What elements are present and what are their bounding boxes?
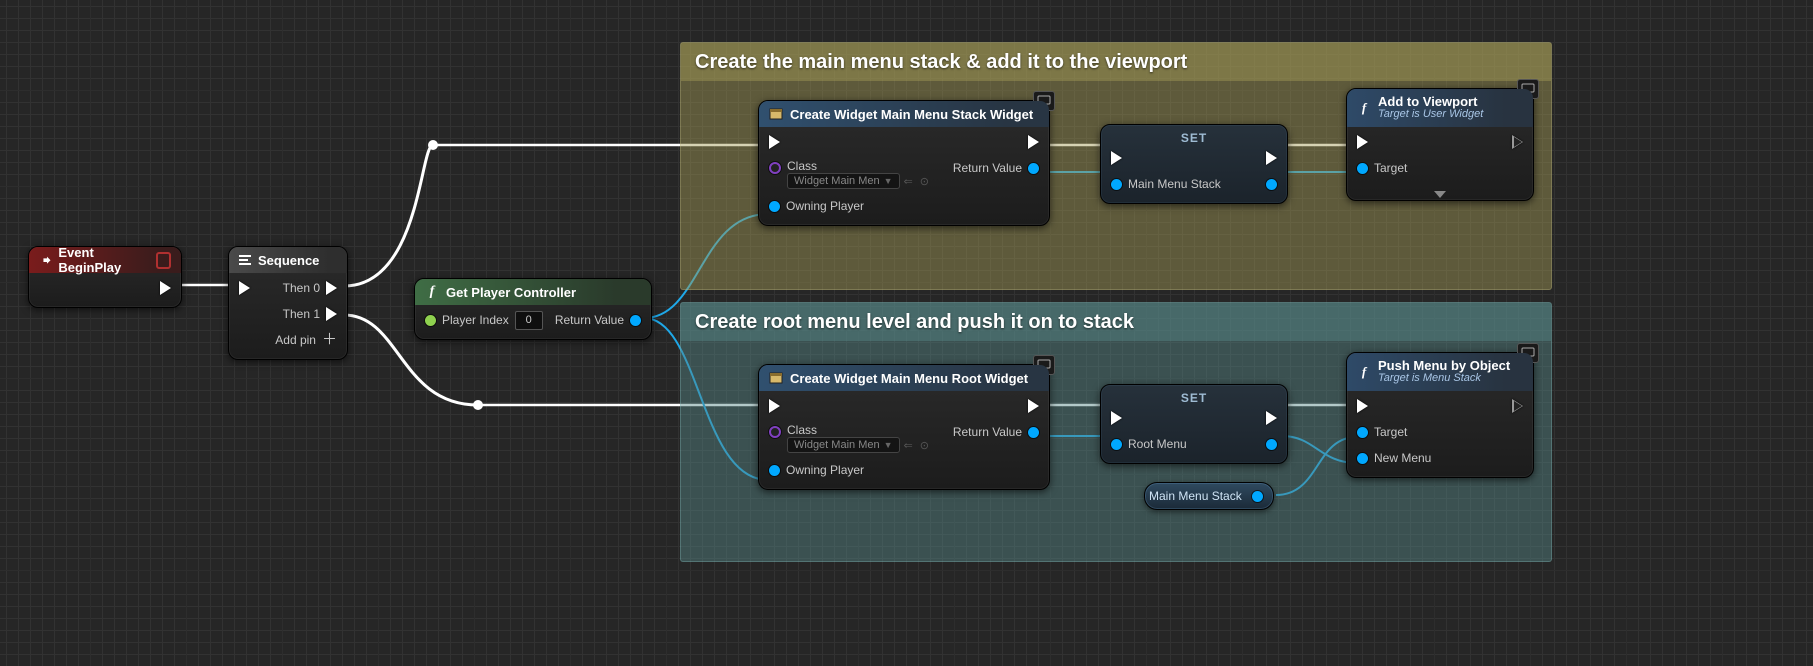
exec-in-pin[interactable] (1111, 409, 1187, 427)
exec-in-pin[interactable] (1111, 149, 1221, 167)
node-add-to-viewport[interactable]: f Add to Viewport Target is User Widget … (1346, 88, 1534, 201)
pin-label: Owning Player (786, 463, 864, 477)
comment-title[interactable]: Create root menu level and push it on to… (681, 303, 1551, 341)
blueprint-graph[interactable]: Create the main menu stack & add it to t… (0, 0, 1813, 666)
pin-label: Then 1 (283, 307, 320, 321)
pin-label: Class (787, 423, 931, 437)
exec-out-pin[interactable] (1512, 133, 1523, 151)
function-icon: f (425, 285, 439, 299)
exec-out-pin[interactable] (160, 279, 171, 297)
exec-in-pin[interactable] (1357, 133, 1407, 151)
exec-out-pin[interactable] (1266, 149, 1277, 167)
return-value-pin[interactable]: Return Value (953, 159, 1039, 177)
pin-label: New Menu (1374, 451, 1431, 465)
class-pin[interactable]: Class Widget Main Men▼ ⇐ ⊙ (769, 423, 931, 453)
node-event-beginplay[interactable]: Event BeginPlay (28, 246, 182, 308)
pin-label: Return Value (953, 161, 1022, 175)
class-dropdown[interactable]: Widget Main Men▼ (787, 437, 900, 453)
function-icon: f (1357, 365, 1371, 379)
delegate-pin[interactable] (156, 252, 172, 269)
node-title: Event BeginPlay (58, 245, 148, 275)
owning-player-pin[interactable]: Owning Player (769, 461, 931, 479)
node-title: Get Player Controller (446, 285, 576, 300)
pin-label: Class (787, 159, 931, 173)
exec-out-pin[interactable] (1028, 133, 1039, 151)
node-set-root-menu[interactable]: SET Root Menu (1100, 384, 1288, 464)
var-label: Main Menu Stack (1149, 489, 1242, 503)
var-out-pin[interactable] (1266, 175, 1277, 193)
new-menu-pin[interactable]: New Menu (1357, 449, 1431, 467)
return-value-pin[interactable]: Return Value (555, 311, 641, 329)
class-pin[interactable]: Class Widget Main Men▼ ⇐ ⊙ (769, 159, 931, 189)
comment-title[interactable]: Create the main menu stack & add it to t… (681, 43, 1551, 81)
node-title: Sequence (258, 253, 319, 268)
pin-label: Player Index (442, 313, 509, 327)
add-pin-button[interactable]: ＋Add pin (275, 331, 337, 349)
node-header[interactable]: f Add to Viewport Target is User Widget (1347, 89, 1533, 127)
function-icon: f (1357, 101, 1371, 115)
asset-nav-icons[interactable]: ⇐ ⊙ (904, 175, 932, 188)
widget-icon (769, 371, 783, 385)
player-index-input[interactable] (515, 311, 543, 330)
node-get-main-menu-stack[interactable]: Main Menu Stack (1144, 482, 1274, 510)
node-sequence[interactable]: Sequence Then 0 Then 1 ＋Add pin (228, 246, 348, 360)
pin-label: Target (1374, 161, 1407, 175)
pin-label: Return Value (555, 313, 624, 327)
class-dropdown[interactable]: Widget Main Men▼ (787, 173, 900, 189)
event-icon (39, 253, 51, 267)
exec-out-pin[interactable] (1512, 397, 1523, 415)
widget-icon (769, 107, 783, 121)
exec-in-pin[interactable] (239, 279, 250, 297)
node-header[interactable]: Event BeginPlay (29, 247, 181, 273)
pin-label: Add pin (275, 333, 316, 347)
pin-label: Then 0 (283, 281, 320, 295)
exec-in-pin[interactable] (769, 133, 931, 151)
exec-then1-pin[interactable]: Then 1 (283, 305, 337, 323)
pin-label: Root Menu (1128, 437, 1187, 451)
set-label: SET (1101, 125, 1287, 145)
var-out-pin[interactable] (1252, 491, 1263, 502)
node-push-menu-by-object[interactable]: f Push Menu by Object Target is Menu Sta… (1346, 352, 1534, 478)
node-header[interactable]: f Push Menu by Object Target is Menu Sta… (1347, 353, 1533, 391)
dropdown-value: Widget Main Men (794, 439, 880, 451)
node-header[interactable]: Create Widget Main Menu Root Widget (759, 365, 1049, 391)
node-get-player-controller[interactable]: f Get Player Controller Player Index Ret… (414, 278, 652, 340)
pin-label: Return Value (953, 425, 1022, 439)
node-subtitle: Target is Menu Stack (1378, 371, 1510, 385)
node-header[interactable]: f Get Player Controller (415, 279, 651, 305)
pin-label: Main Menu Stack (1128, 177, 1221, 191)
node-subtitle: Target is User Widget (1378, 107, 1483, 121)
target-pin[interactable]: Target (1357, 423, 1431, 441)
set-label: SET (1101, 385, 1287, 405)
var-out-pin[interactable] (1266, 435, 1277, 453)
node-create-widget-root[interactable]: Create Widget Main Menu Root Widget Clas… (758, 364, 1050, 490)
owning-player-pin[interactable]: Owning Player (769, 197, 931, 215)
return-value-pin[interactable]: Return Value (953, 423, 1039, 441)
expand-chevron-icon[interactable] (1434, 191, 1446, 198)
pin-label: Owning Player (786, 199, 864, 213)
asset-nav-icons[interactable]: ⇐ ⊙ (904, 439, 932, 452)
node-header[interactable]: Sequence (229, 247, 347, 273)
node-title: Create Widget Main Menu Stack Widget (790, 107, 1033, 122)
exec-in-pin[interactable] (1357, 397, 1431, 415)
node-header[interactable]: Create Widget Main Menu Stack Widget (759, 101, 1049, 127)
exec-out-pin[interactable] (1266, 409, 1277, 427)
node-create-widget-stack[interactable]: Create Widget Main Menu Stack Widget Cla… (758, 100, 1050, 226)
var-in-pin[interactable]: Root Menu (1111, 435, 1187, 453)
target-pin[interactable]: Target (1357, 159, 1407, 177)
node-title: Create Widget Main Menu Root Widget (790, 371, 1028, 386)
exec-then0-pin[interactable]: Then 0 (283, 279, 337, 297)
sequence-icon (239, 255, 251, 265)
pin-label: Target (1374, 425, 1407, 439)
player-index-pin[interactable]: Player Index (425, 311, 543, 329)
var-in-pin[interactable]: Main Menu Stack (1111, 175, 1221, 193)
dropdown-value: Widget Main Men (794, 175, 880, 187)
exec-in-pin[interactable] (769, 397, 931, 415)
exec-out-pin[interactable] (1028, 397, 1039, 415)
node-set-main-menu-stack[interactable]: SET Main Menu Stack (1100, 124, 1288, 204)
